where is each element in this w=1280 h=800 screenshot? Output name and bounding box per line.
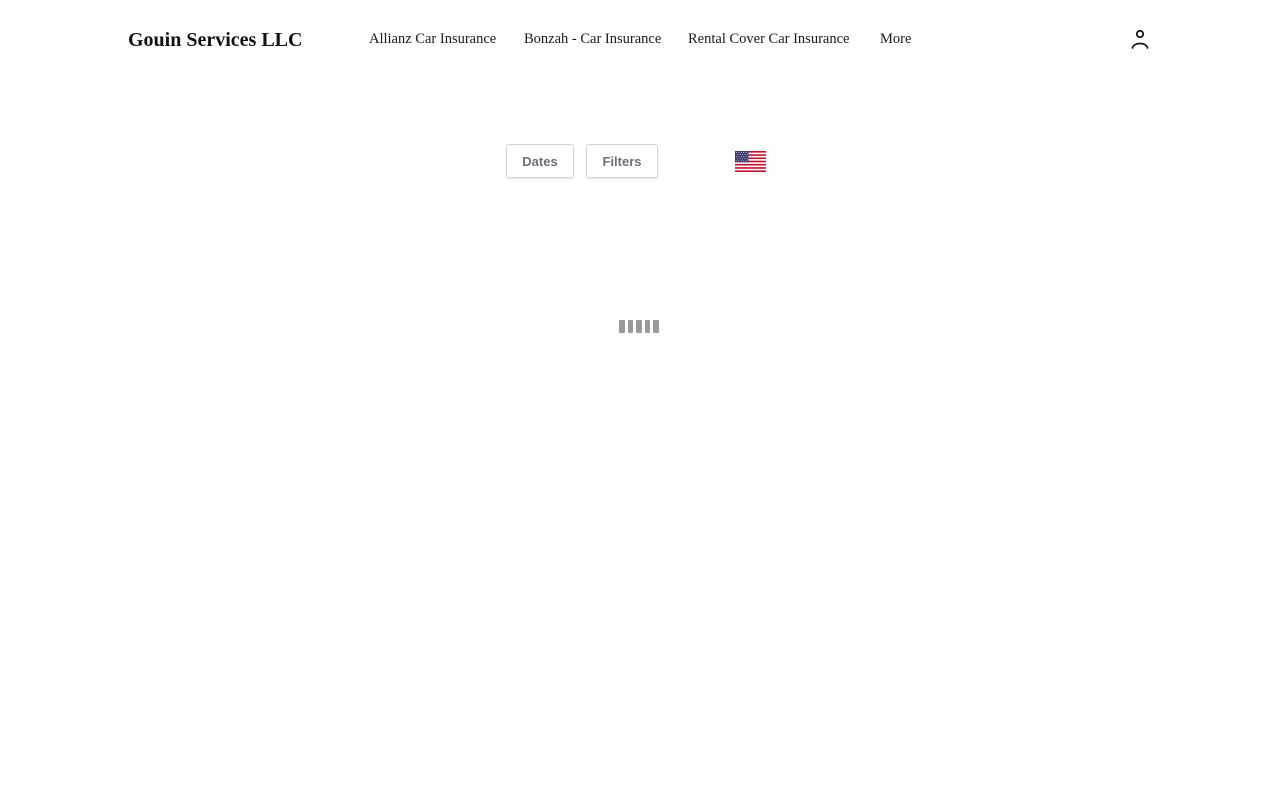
- filters-button[interactable]: Filters: [586, 144, 658, 178]
- loader-bar: [644, 320, 650, 333]
- loading-bars-icon: [619, 320, 663, 334]
- user-icon[interactable]: [1128, 27, 1152, 51]
- nav-item-rental-cover[interactable]: Rental Cover Car Insurance: [688, 29, 849, 49]
- loader-bar: [653, 320, 659, 333]
- loader-bar: [636, 320, 642, 333]
- nav-item-allianz[interactable]: Allianz Car Insurance: [369, 29, 496, 49]
- loader-bar: [619, 320, 625, 333]
- site-brand[interactable]: Gouin Services LLC: [128, 28, 302, 52]
- us-flag-icon[interactable]: [735, 151, 766, 172]
- loader-bar: [627, 320, 633, 333]
- dates-button[interactable]: Dates: [506, 144, 574, 178]
- site-header: Gouin Services LLC Allianz Car Insurance…: [0, 0, 1280, 78]
- nav-item-bonzah[interactable]: Bonzah - Car Insurance: [524, 29, 661, 49]
- nav-item-more[interactable]: More: [880, 29, 911, 49]
